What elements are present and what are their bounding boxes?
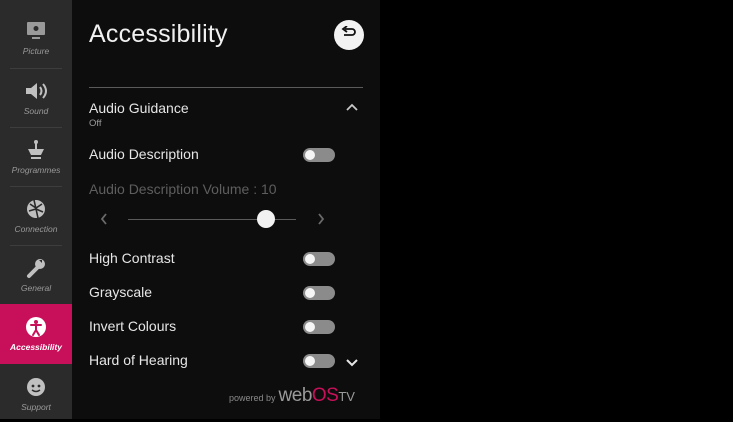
sidebar-divider (10, 127, 62, 128)
globe-icon (23, 198, 49, 220)
sidebar-item-general[interactable]: General (0, 247, 72, 303)
toggle-knob (305, 288, 315, 298)
sidebar-item-label: Connection (14, 224, 58, 234)
settings-sidebar: Picture Sound Programmes Connection Gene… (0, 0, 72, 419)
header-divider (89, 87, 363, 88)
support-icon (23, 376, 49, 398)
sidebar-item-label: Support (21, 402, 51, 412)
antenna-icon (23, 139, 49, 161)
sidebar-item-label: Programmes (11, 165, 61, 175)
sidebar-item-programmes[interactable]: Programmes (0, 129, 72, 185)
grayscale-item[interactable]: Grayscale (89, 284, 363, 300)
high-contrast-item[interactable]: High Contrast (89, 250, 363, 266)
invert-colours-item[interactable]: Invert Colours (89, 318, 363, 334)
sidebar-item-label: Sound (23, 106, 49, 116)
audio-guidance-value: Off (89, 118, 102, 129)
back-button[interactable] (334, 20, 364, 50)
toggle-knob (305, 150, 315, 160)
sidebar-divider (10, 68, 62, 69)
grayscale-toggle[interactable] (303, 286, 335, 300)
sidebar-item-connection[interactable]: Connection (0, 188, 72, 244)
back-icon (341, 24, 357, 45)
audio-description-volume-label: Audio Description Volume : 10 (89, 181, 277, 197)
sidebar-item-support[interactable]: Support (0, 366, 72, 422)
toggle-knob (305, 356, 315, 366)
invert-colours-toggle[interactable] (303, 320, 335, 334)
sidebar-divider (10, 245, 62, 246)
sidebar-item-label: Accessibility (10, 342, 62, 352)
hard-of-hearing-toggle[interactable] (303, 354, 335, 368)
powered-by-text: powered by (229, 393, 276, 403)
sidebar-item-picture[interactable]: Picture (0, 10, 72, 66)
sidebar-item-label: General (20, 283, 52, 293)
page-title: Accessibility (89, 20, 228, 48)
sidebar-item-sound[interactable]: Sound (0, 70, 72, 126)
accessibility-icon (23, 316, 49, 338)
audio-description-toggle[interactable] (303, 148, 335, 162)
sidebar-item-label: Picture (22, 46, 50, 56)
audio-description-item[interactable]: Audio Description (89, 146, 363, 162)
toggle-knob (305, 322, 315, 332)
audio-guidance-item[interactable]: Audio Guidance Off (89, 100, 363, 129)
webos-branding: powered by webOSTV (229, 385, 355, 407)
volume-slider-thumb[interactable] (256, 210, 275, 228)
chevron-right-icon[interactable] (316, 212, 326, 226)
sidebar-item-accessibility[interactable]: Accessibility (0, 304, 72, 364)
audio-description-volume-item: Audio Description Volume : 10 (89, 181, 363, 197)
wrench-icon (23, 257, 49, 279)
webos-logo: webOSTV (278, 385, 355, 406)
picture-icon (23, 20, 49, 42)
hard-of-hearing-item[interactable]: Hard of Hearing (89, 352, 363, 368)
toggle-knob (305, 254, 315, 264)
sound-icon (23, 80, 49, 102)
audio-guidance-label: Audio Guidance (89, 100, 189, 116)
high-contrast-toggle[interactable] (303, 252, 335, 266)
chevron-up-icon[interactable] (345, 99, 359, 111)
sidebar-divider (10, 186, 62, 187)
chevron-left-icon[interactable] (99, 212, 109, 226)
chevron-down-icon[interactable] (345, 355, 359, 367)
